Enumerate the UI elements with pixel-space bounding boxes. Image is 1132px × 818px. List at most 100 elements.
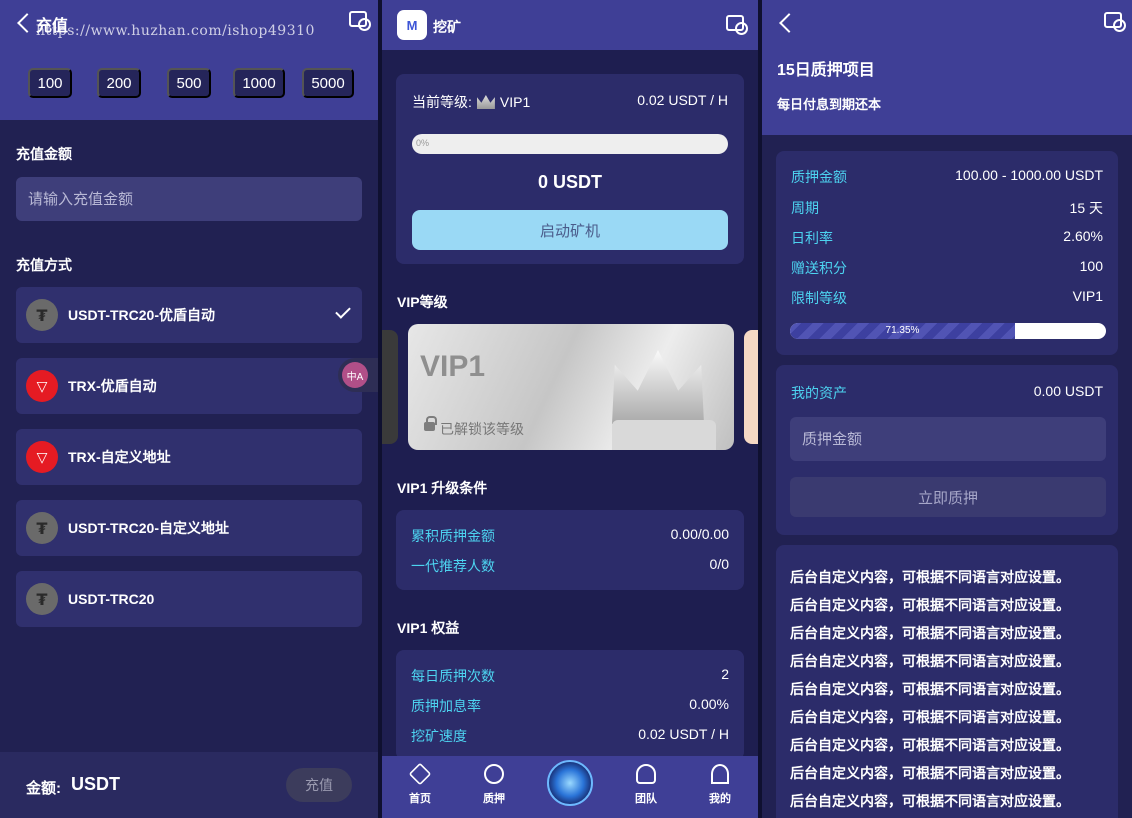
stake-header: 15日质押项目 每日付息到期还本 [762, 0, 1132, 135]
condition-row: 一代推荐人数 0/0 [411, 556, 729, 576]
home-icon [408, 762, 432, 786]
mining-progress-bar: 0% [412, 134, 728, 154]
mining-rate: 0.02 USDT / H [637, 92, 728, 108]
amount-chip-1000[interactable]: 1000 [233, 68, 285, 98]
history-icon[interactable] [1104, 12, 1126, 32]
method-option-trx-auto[interactable]: ▽ TRX-优盾自动 [16, 358, 362, 414]
detail-value: 15 天 [1069, 200, 1103, 216]
mined-amount: 0 USDT [537, 172, 602, 192]
mining-progress-text: 0% [416, 138, 430, 148]
vip-card-name: VIP1 [420, 350, 486, 383]
nav-label: 首页 [409, 793, 431, 805]
benefit-key: 挖矿速度 [411, 728, 467, 744]
vip-card-prev[interactable] [382, 330, 398, 444]
notice-card: 后台自定义内容，可根据不同语言对应设置。 后台自定义内容，可根据不同语言对应设置… [776, 545, 1118, 818]
method-label: TRX-优盾自动 [68, 378, 157, 394]
history-icon[interactable] [349, 11, 371, 31]
recharge-header: 充值 https://www.huzhan.com/ishop49310 100… [0, 0, 378, 120]
benefit-key: 每日质押次数 [411, 668, 495, 684]
vip-section-title: VIP等级 [397, 294, 448, 310]
detail-row: 限制等级 VIP1 [791, 288, 1103, 308]
page-title: 15日质押项目 [777, 62, 875, 79]
detail-value: VIP1 [1072, 288, 1103, 304]
tether-icon: ₮ [26, 512, 58, 544]
recharge-screen: 充值 https://www.huzhan.com/ishop49310 100… [0, 0, 378, 818]
level-label: 当前等级: [412, 94, 472, 110]
detail-key: 日利率 [791, 230, 833, 246]
amount-chip-5000[interactable]: 5000 [302, 68, 354, 98]
amount-chip-200[interactable]: 200 [97, 68, 141, 98]
translate-button[interactable]: 中A [338, 358, 378, 392]
benefits-title: VIP1 权益 [397, 620, 460, 636]
assets-value: 0.00 USDT [1033, 383, 1103, 399]
benefit-row: 质押加息率 0.00% [411, 696, 729, 716]
detail-row: 日利率 2.60% [791, 228, 1103, 248]
recharge-submit-button[interactable]: 充值 [286, 768, 352, 802]
history-icon[interactable] [726, 15, 748, 35]
page-title: 挖矿 [433, 19, 461, 35]
user-icon [711, 764, 729, 784]
assets-label: 我的资产 [791, 385, 847, 401]
back-arrow-icon[interactable] [779, 13, 799, 33]
stake-icon [484, 764, 504, 784]
nav-label: 我的 [709, 793, 731, 805]
method-label: USDT-TRC20-优盾自动 [68, 307, 216, 323]
amount-section-label: 充值金额 [16, 146, 72, 162]
method-option-trx-custom[interactable]: ▽ TRX-自定义地址 [16, 429, 362, 485]
notice-line: 后台自定义内容，可根据不同语言对应设置。 [790, 765, 1070, 781]
start-miner-button[interactable]: 启动矿机 [412, 210, 728, 250]
stake-amount-input[interactable] [790, 417, 1106, 461]
notice-line: 后台自定义内容，可根据不同语言对应设置。 [790, 681, 1070, 697]
tron-icon: ▽ [26, 370, 58, 402]
detail-value: 100.00 - 1000.00 USDT [955, 167, 1103, 183]
method-option-usdt-trc20-auto[interactable]: ₮ USDT-TRC20-优盾自动 [16, 287, 362, 343]
method-label: USDT-TRC20 [68, 591, 155, 607]
detail-key: 周期 [791, 200, 819, 216]
level-value: VIP1 [499, 94, 531, 110]
nav-item-home[interactable]: 首页 [390, 762, 450, 806]
vip-card-next[interactable] [744, 330, 758, 444]
condition-value: 0.00/0.00 [670, 526, 729, 542]
conditions-title: VIP1 升级条件 [397, 480, 488, 496]
notice-line: 后台自定义内容，可根据不同语言对应设置。 [790, 709, 1070, 725]
method-section-label: 充值方式 [16, 257, 72, 273]
amount-chip-500[interactable]: 500 [167, 68, 211, 98]
notice-line: 后台自定义内容，可根据不同语言对应设置。 [790, 625, 1070, 641]
notice-line: 后台自定义内容，可根据不同语言对应设置。 [790, 737, 1070, 753]
benefit-value: 2 [721, 666, 729, 682]
mining-orb-button[interactable] [547, 760, 593, 806]
recharge-footer: 金额: USDT 充值 [0, 752, 378, 818]
benefits-card: 每日质押次数 2 质押加息率 0.00% 挖矿速度 0.02 USDT / H [396, 650, 744, 760]
conditions-card: 累积质押金额 0.00/0.00 一代推荐人数 0/0 [396, 510, 744, 590]
detail-row: 赠送积分 100 [791, 258, 1103, 278]
benefit-value: 0.02 USDT / H [638, 726, 729, 742]
method-option-usdt-trc20-custom[interactable]: ₮ USDT-TRC20-自定义地址 [16, 500, 362, 556]
tron-icon: ▽ [26, 441, 58, 473]
footer-amount-unit: USDT [71, 774, 120, 794]
nav-item-mine[interactable]: 我的 [690, 764, 750, 806]
stake-submit-button[interactable]: 立即质押 [790, 477, 1106, 517]
benefit-row: 每日质押次数 2 [411, 666, 729, 686]
method-option-usdt-trc20[interactable]: ₮ USDT-TRC20 [16, 571, 362, 627]
crown-icon [476, 95, 495, 109]
nav-item-team[interactable]: 团队 [616, 764, 676, 806]
vip-card-current[interactable]: VIP1 已解锁该等级 [408, 324, 734, 450]
stake-details-card: 质押金额 100.00 - 1000.00 USDT 周期 15 天 日利率 2… [776, 151, 1118, 355]
back-arrow-icon[interactable] [17, 13, 37, 33]
footer-amount-label: 金额: [26, 780, 61, 797]
nav-label: 团队 [635, 793, 657, 805]
nav-label: 质押 [483, 793, 505, 805]
stake-screen: 15日质押项目 每日付息到期还本 质押金额 100.00 - 1000.00 U… [762, 0, 1132, 818]
amount-input[interactable] [16, 177, 362, 221]
notice-line: 后台自定义内容，可根据不同语言对应设置。 [790, 597, 1070, 613]
stake-form-card: 我的资产 0.00 USDT 立即质押 [776, 365, 1118, 535]
amount-chip-100[interactable]: 100 [28, 68, 72, 98]
detail-key: 质押金额 [791, 169, 847, 185]
condition-row: 累积质押金额 0.00/0.00 [411, 526, 729, 546]
mining-header: M 挖矿 [382, 0, 758, 50]
nav-item-stake[interactable]: 质押 [464, 764, 524, 806]
tether-icon: ₮ [26, 299, 58, 331]
detail-value: 2.60% [1063, 228, 1103, 244]
detail-row: 质押金额 100.00 - 1000.00 USDT [791, 167, 1103, 187]
notice-line: 后台自定义内容，可根据不同语言对应设置。 [790, 569, 1070, 585]
